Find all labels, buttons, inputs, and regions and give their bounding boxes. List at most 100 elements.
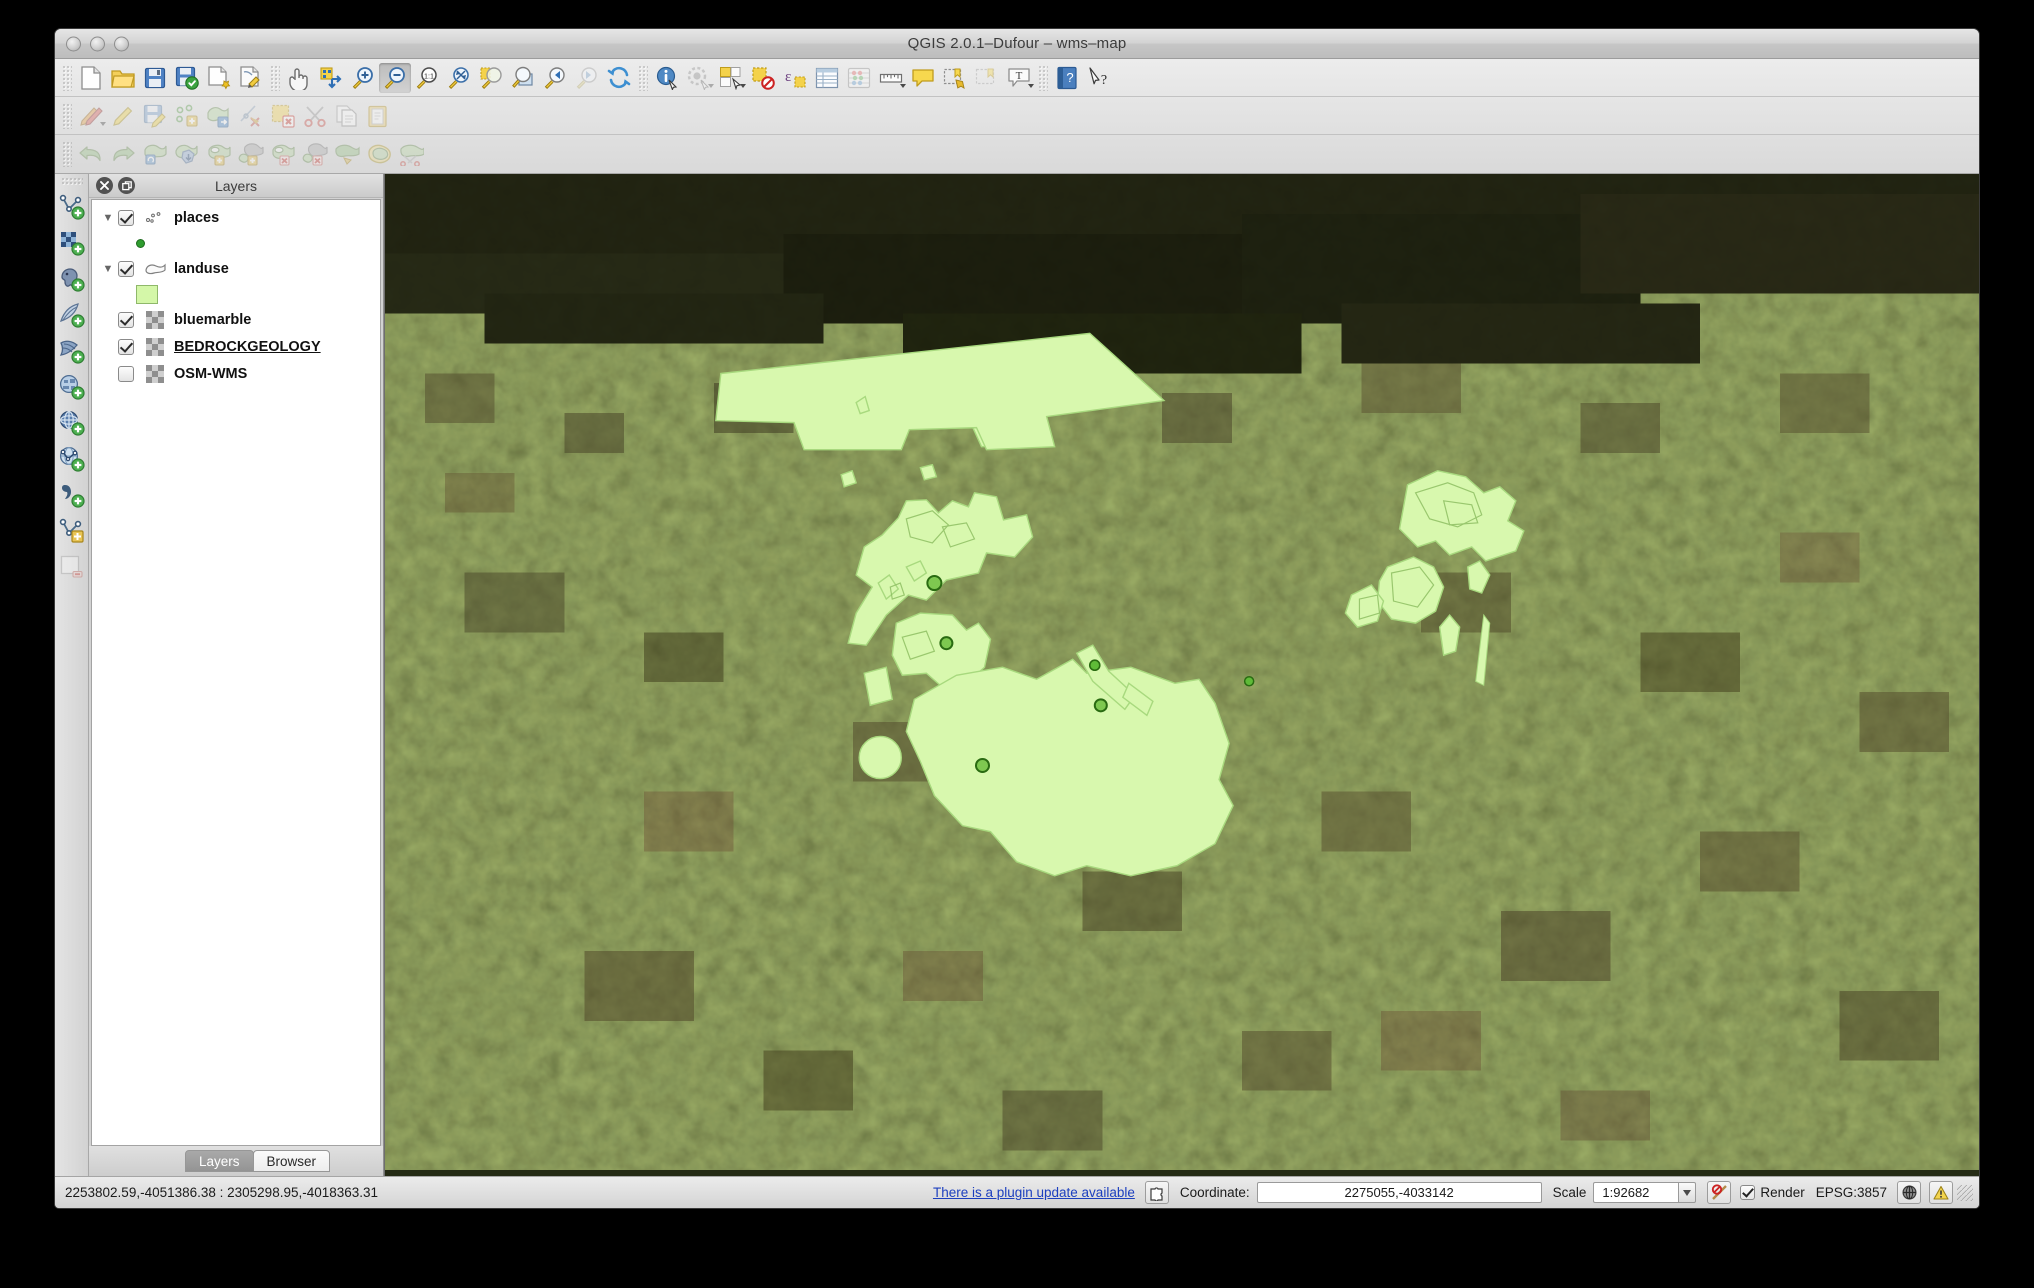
zoom-actual-size-button[interactable]: 1:1	[411, 63, 443, 93]
new-print-composer-button[interactable]	[203, 63, 235, 93]
select-features-button[interactable]	[715, 63, 747, 93]
close-window-button[interactable]	[66, 36, 81, 51]
delete-part-button[interactable]	[299, 139, 331, 169]
minimize-window-button[interactable]	[90, 36, 105, 51]
layer-row-osm-wms[interactable]: ▼ OSM-WMS	[92, 360, 380, 387]
open-attribute-table-button[interactable]	[811, 63, 843, 93]
expander-landuse-icon[interactable]: ▼	[98, 263, 118, 275]
rotate-feature-button[interactable]	[139, 139, 171, 169]
tab-browser[interactable]: Browser	[253, 1150, 331, 1172]
zoom-in-button[interactable]	[347, 63, 379, 93]
layer-visibility-checkbox-osm-wms[interactable]	[118, 366, 134, 382]
add-postgis-layer-button[interactable]	[57, 261, 87, 297]
add-delimited-text-layer-button[interactable]	[57, 477, 87, 513]
new-bookmark-button[interactable]	[939, 63, 971, 93]
toolbar-grip[interactable]	[270, 65, 280, 91]
save-layer-edits-button[interactable]	[139, 101, 171, 131]
toolbar-grip[interactable]	[62, 141, 72, 167]
split-features-button[interactable]	[395, 139, 427, 169]
chevron-down-icon[interactable]	[100, 122, 106, 126]
help-contents-button[interactable]: ?	[1051, 63, 1083, 93]
layer-row-bluemarble[interactable]: ▼ bluemarble	[92, 306, 380, 333]
save-project-as-button[interactable]	[171, 63, 203, 93]
field-calculator-button[interactable]	[843, 63, 875, 93]
close-panel-button[interactable]	[96, 177, 113, 194]
zoom-to-selection-button[interactable]	[475, 63, 507, 93]
zoom-out-button[interactable]	[379, 63, 411, 93]
text-annotation-button[interactable]: T	[1003, 63, 1035, 93]
tab-layers[interactable]: Layers	[185, 1150, 254, 1172]
zoom-to-layer-button[interactable]	[507, 63, 539, 93]
chevron-down-icon[interactable]	[900, 84, 906, 88]
chevron-down-icon[interactable]	[740, 84, 746, 88]
copy-features-button[interactable]	[331, 101, 363, 131]
projection-globe-icon[interactable]	[1897, 1181, 1921, 1204]
cut-features-button[interactable]	[299, 101, 331, 131]
toggle-editing-button[interactable]	[107, 101, 139, 131]
node-tool-button[interactable]	[235, 101, 267, 131]
zoom-next-button[interactable]	[571, 63, 603, 93]
toolbar-grip[interactable]	[61, 177, 83, 186]
map-tips-button[interactable]	[683, 63, 715, 93]
pan-to-selection-button[interactable]	[315, 63, 347, 93]
add-wms-layer-button[interactable]	[57, 405, 87, 441]
move-feature-button[interactable]	[203, 101, 235, 131]
add-ring-button[interactable]	[203, 139, 235, 169]
plugin-update-link[interactable]: There is a plugin update available	[933, 1185, 1135, 1200]
delete-selected-button[interactable]	[267, 101, 299, 131]
open-project-button[interactable]	[107, 63, 139, 93]
layers-tree[interactable]: ▼ places ▼ landuse	[91, 199, 381, 1146]
deselect-features-button[interactable]	[747, 63, 779, 93]
measure-line-button[interactable]	[875, 63, 907, 93]
layer-row-bedrockgeology[interactable]: ▼ BEDROCKGEOLOGY	[92, 333, 380, 360]
refresh-button[interactable]	[603, 63, 635, 93]
add-wfs-layer-button[interactable]	[57, 441, 87, 477]
warning-triangle-icon[interactable]	[1929, 1181, 1953, 1204]
add-mssql-layer-button[interactable]	[57, 333, 87, 369]
redo-button[interactable]	[107, 139, 139, 169]
current-edits-button[interactable]	[75, 101, 107, 131]
save-project-button[interactable]	[139, 63, 171, 93]
undock-panel-button[interactable]	[118, 177, 135, 194]
paste-features-button[interactable]	[363, 101, 395, 131]
add-feature-button[interactable]	[171, 101, 203, 131]
layer-visibility-checkbox-places[interactable]	[118, 210, 134, 226]
layer-row-landuse[interactable]: ▼ landuse	[92, 255, 380, 282]
zoom-window-button[interactable]	[114, 36, 129, 51]
show-bookmarks-button[interactable]	[971, 63, 1003, 93]
toolbar-grip[interactable]	[62, 65, 72, 91]
whats-this-button[interactable]: ?	[1083, 63, 1115, 93]
coordinate-input[interactable]: 2275055,-4033142	[1257, 1182, 1542, 1203]
chevron-down-icon[interactable]	[1028, 84, 1034, 88]
toolbar-grip[interactable]	[1038, 65, 1048, 91]
add-raster-layer-button[interactable]	[57, 225, 87, 261]
chevron-down-icon[interactable]	[1678, 1182, 1696, 1203]
zoom-full-button[interactable]	[443, 63, 475, 93]
composer-manager-button[interactable]	[235, 63, 267, 93]
remove-layer-button[interactable]	[57, 549, 87, 585]
zoom-last-button[interactable]	[539, 63, 571, 93]
new-project-button[interactable]	[75, 63, 107, 93]
add-vector-layer-button[interactable]	[57, 189, 87, 225]
pan-map-button[interactable]	[283, 63, 315, 93]
expander-places-icon[interactable]: ▼	[98, 212, 118, 224]
window-controls[interactable]	[66, 36, 129, 51]
window-resize-grip[interactable]	[1957, 1185, 1973, 1201]
new-shapefile-layer-button[interactable]	[57, 513, 87, 549]
toggle-extents-button[interactable]	[1707, 1181, 1731, 1204]
render-checkbox[interactable]	[1740, 1185, 1755, 1200]
add-part-button[interactable]	[235, 139, 267, 169]
chevron-down-icon[interactable]	[708, 84, 714, 88]
offset-curve-button[interactable]	[363, 139, 395, 169]
map-canvas[interactable]	[384, 174, 1979, 1176]
add-spatialite-layer-button[interactable]	[57, 297, 87, 333]
toolbar-grip[interactable]	[62, 103, 72, 129]
layer-visibility-checkbox-landuse[interactable]	[118, 261, 134, 277]
layer-row-places[interactable]: ▼ places	[92, 204, 380, 231]
plugin-puzzle-icon[interactable]	[1145, 1181, 1169, 1204]
undo-button[interactable]	[75, 139, 107, 169]
delete-ring-button[interactable]	[267, 139, 299, 169]
select-by-expression-button[interactable]: ε	[779, 63, 811, 93]
layer-visibility-checkbox-bedrockgeology[interactable]	[118, 339, 134, 355]
scale-combobox[interactable]: 1:92682	[1593, 1182, 1678, 1203]
